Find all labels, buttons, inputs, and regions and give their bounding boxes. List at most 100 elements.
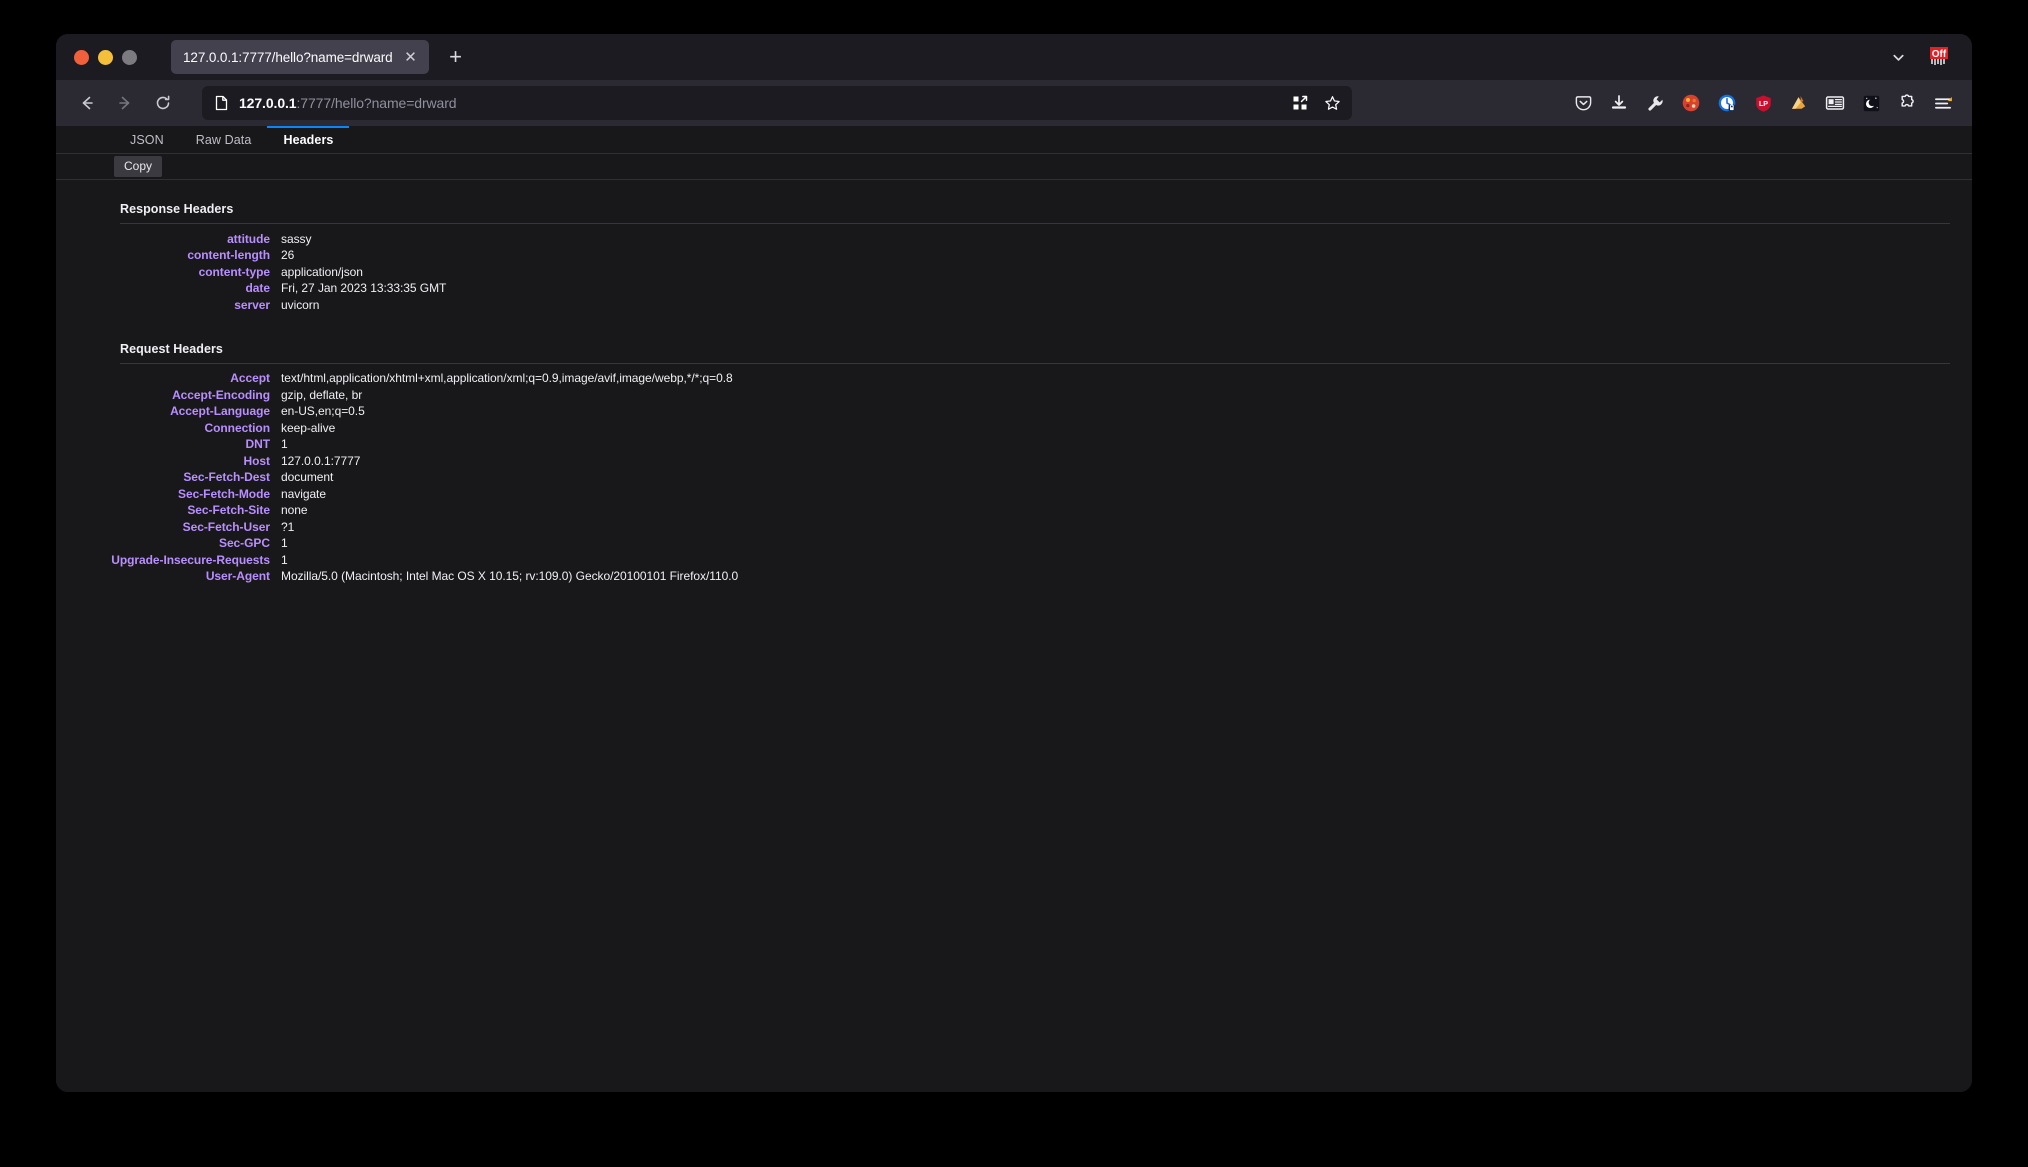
header-key: Upgrade-Insecure-Requests — [56, 553, 281, 569]
request-headers-rows: Accept text/html,application/xhtml+xml,a… — [56, 371, 1972, 586]
header-key: content-length — [56, 248, 281, 264]
wrench-icon[interactable] — [1640, 88, 1670, 118]
header-key: date — [56, 281, 281, 297]
tab-strip: 127.0.0.1:7777/hello?name=drward ✕ + Off — [56, 34, 1972, 80]
screen: 127.0.0.1:7777/hello?name=drward ✕ + Off — [0, 0, 2028, 1167]
tabstrip-right-controls: Off — [1886, 45, 1960, 69]
header-value: Fri, 27 Jan 2023 13:33:35 GMT — [281, 281, 446, 297]
header-key: Accept-Encoding — [56, 388, 281, 404]
tab-title: 127.0.0.1:7777/hello?name=drward — [183, 50, 393, 65]
header-value: 26 — [281, 248, 294, 264]
svg-text:Off: Off — [1932, 49, 1947, 60]
response-headers-section: Response Headers attitude sassy content-… — [56, 202, 1972, 314]
puzzle-icon[interactable] — [1892, 88, 1922, 118]
header-row: Sec-Fetch-Site none — [56, 503, 1972, 520]
forward-button[interactable] — [108, 86, 142, 120]
pocket-icon[interactable] — [1568, 88, 1598, 118]
moon-icon[interactable] — [1856, 88, 1886, 118]
tab-json[interactable]: JSON — [114, 126, 180, 153]
header-key: DNT — [56, 437, 281, 453]
viewer-tab-bar: JSON Raw Data Headers — [56, 126, 1972, 154]
header-key: content-type — [56, 265, 281, 281]
page-document-icon — [214, 95, 229, 111]
header-value: navigate — [281, 487, 326, 503]
header-value: en-US,en;q=0.5 — [281, 404, 365, 420]
reader-card-icon[interactable] — [1820, 88, 1850, 118]
header-value: 127.0.0.1:7777 — [281, 454, 360, 470]
header-key: Host — [56, 454, 281, 470]
url-bar[interactable]: 127.0.0.1:7777/hello?name=drward — [202, 86, 1352, 120]
clock-shield-icon[interactable] — [1712, 88, 1742, 118]
header-value: document — [281, 470, 333, 486]
copy-button[interactable]: Copy — [114, 156, 162, 177]
browser-window: 127.0.0.1:7777/hello?name=drward ✕ + Off — [56, 34, 1972, 1092]
bookmark-star-icon[interactable] — [1318, 89, 1346, 117]
header-row: date Fri, 27 Jan 2023 13:33:35 GMT — [56, 281, 1972, 298]
header-row: Sec-GPC 1 — [56, 536, 1972, 553]
header-value: ?1 — [281, 520, 294, 536]
palette-icon[interactable] — [1676, 88, 1706, 118]
chevron-down-icon[interactable] — [1886, 45, 1910, 69]
section-divider — [120, 223, 1950, 224]
url-host: 127.0.0.1 — [239, 95, 297, 111]
navigation-toolbar: 127.0.0.1:7777/hello?name=drward — [56, 80, 1972, 126]
header-row: Sec-Fetch-User ?1 — [56, 519, 1972, 536]
close-window-button[interactable] — [74, 50, 89, 65]
response-headers-rows: attitude sassy content-length 26 content… — [56, 231, 1972, 314]
header-key: User-Agent — [56, 569, 281, 585]
tab-raw-data[interactable]: Raw Data — [180, 126, 268, 153]
minimize-window-button[interactable] — [98, 50, 113, 65]
header-value: sassy — [281, 232, 311, 248]
response-headers-title: Response Headers — [56, 202, 1972, 223]
json-viewer: JSON Raw Data Headers Copy Response Head… — [56, 126, 1972, 1092]
header-value: 1 — [281, 536, 288, 552]
header-key: Accept-Language — [56, 404, 281, 420]
header-key: Sec-Fetch-Dest — [56, 470, 281, 486]
fox-icon[interactable] — [1784, 88, 1814, 118]
headers-pane: Response Headers attitude sassy content-… — [56, 180, 1972, 1092]
maximize-window-button[interactable] — [122, 50, 137, 65]
url-text: 127.0.0.1:7777/hello?name=drward — [239, 95, 1276, 111]
header-key: Connection — [56, 421, 281, 437]
request-headers-section: Request Headers Accept text/html,applica… — [56, 342, 1972, 586]
header-row: content-type application/json — [56, 264, 1972, 281]
viewer-toolbar: Copy — [56, 154, 1972, 180]
downloads-icon[interactable] — [1604, 88, 1634, 118]
url-actions — [1286, 89, 1346, 117]
header-value: uvicorn — [281, 298, 319, 314]
header-row: DNT 1 — [56, 437, 1972, 454]
back-button[interactable] — [70, 86, 104, 120]
header-value: keep-alive — [281, 421, 335, 437]
request-headers-title: Request Headers — [56, 342, 1972, 363]
new-tab-icon[interactable]: + — [439, 40, 473, 74]
header-row: User-Agent Mozilla/5.0 (Macintosh; Intel… — [56, 569, 1972, 586]
header-value: gzip, deflate, br — [281, 388, 362, 404]
url-path: :7777/hello?name=drward — [297, 95, 457, 111]
section-spacer — [56, 322, 1972, 342]
header-key: Sec-Fetch-User — [56, 520, 281, 536]
extensions-grid-icon[interactable] — [1286, 89, 1314, 117]
header-row: Accept text/html,application/xhtml+xml,a… — [56, 371, 1972, 388]
tab-headers[interactable]: Headers — [267, 126, 349, 153]
header-row: Sec-Fetch-Mode navigate — [56, 486, 1972, 503]
section-divider — [120, 363, 1950, 364]
header-row: Sec-Fetch-Dest document — [56, 470, 1972, 487]
header-key: Sec-GPC — [56, 536, 281, 552]
lastpass-icon[interactable]: LP — [1748, 88, 1778, 118]
reload-button[interactable] — [146, 86, 180, 120]
svg-text:LP: LP — [1758, 99, 1767, 107]
header-value: text/html,application/xhtml+xml,applicat… — [281, 371, 733, 387]
header-row: Accept-Encoding gzip, deflate, br — [56, 387, 1972, 404]
header-row: server uvicorn — [56, 297, 1972, 314]
header-value: Mozilla/5.0 (Macintosh; Intel Mac OS X 1… — [281, 569, 738, 585]
header-key: Sec-Fetch-Site — [56, 503, 281, 519]
close-tab-icon[interactable]: ✕ — [401, 47, 421, 67]
header-value: 1 — [281, 553, 288, 569]
header-row: Connection keep-alive — [56, 420, 1972, 437]
header-value: application/json — [281, 265, 363, 281]
header-key: Accept — [56, 371, 281, 387]
header-value: 1 — [281, 437, 288, 453]
off-badge-icon[interactable]: Off — [1926, 45, 1952, 69]
hamburger-menu-icon[interactable] — [1928, 88, 1958, 118]
browser-tab[interactable]: 127.0.0.1:7777/hello?name=drward ✕ — [171, 40, 429, 74]
